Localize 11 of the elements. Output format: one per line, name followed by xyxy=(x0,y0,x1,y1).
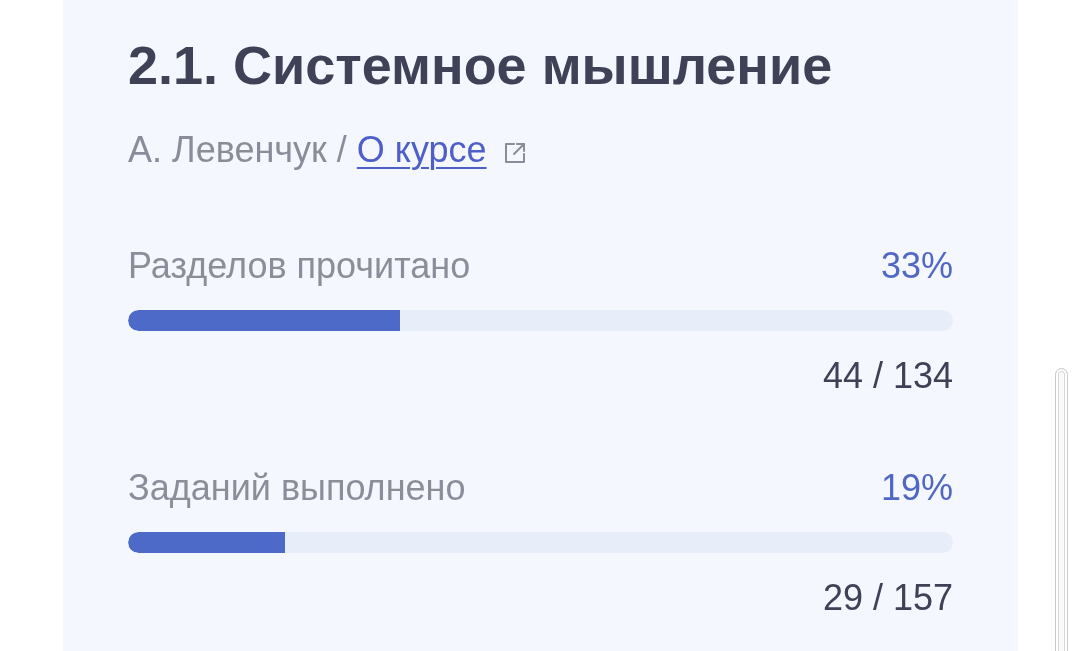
progress-count: 29 / 157 xyxy=(822,576,953,620)
external-link-icon[interactable] xyxy=(502,141,527,165)
progress-label: Заданий выполнено xyxy=(128,466,466,510)
progress-count: 44 / 134 xyxy=(822,354,953,398)
progress-percent: 33% xyxy=(880,244,953,288)
progress-label: Разделов прочитано xyxy=(128,244,471,288)
author-name: А. Левенчук / xyxy=(128,128,347,172)
course-title: 2.1. Системное мышление xyxy=(128,35,834,95)
progress-percent: 19% xyxy=(880,466,953,510)
scrollbar[interactable] xyxy=(1055,368,1068,651)
about-course-link[interactable]: О курсе xyxy=(356,128,487,172)
